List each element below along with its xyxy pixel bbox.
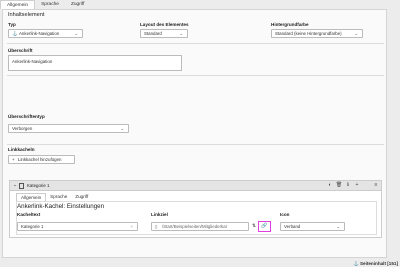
icon-select-value: Verband: [284, 224, 301, 229]
clear-icon[interactable]: ×: [130, 223, 133, 230]
collapse-chevron-icon[interactable]: ⌄: [13, 182, 17, 188]
card-tab-zugriff[interactable]: Zugriff: [71, 193, 92, 201]
typ-select-value: Ankerlink-Navigation: [19, 31, 60, 36]
chevron-down-icon: ⌄: [354, 31, 358, 36]
ueberschriftentyp-select[interactable]: Verborgen ⌄: [8, 124, 129, 133]
add-icon[interactable]: +: [353, 182, 361, 189]
ueberschriftentyp-select-value: Verborgen: [12, 126, 33, 131]
record-icon: [19, 182, 24, 189]
card-tabs: Allgemein Sprache Zugriff: [16, 193, 92, 201]
anchor-icon: ⚓: [12, 31, 18, 36]
linkziel-input[interactable]: ▯ /Start/Beispielseiten/Mitgliederkar: [151, 222, 249, 231]
divider: [7, 43, 384, 44]
card-title: Kategorie 1: [27, 183, 50, 188]
label-typ: Typ: [8, 22, 16, 27]
link-picker-button[interactable]: 🔗: [258, 221, 271, 232]
footer-icon: ⚓: [352, 261, 360, 266]
layout-select[interactable]: Standard ⌄: [140, 29, 188, 38]
add-linkkachel-button[interactable]: + Linkkachel hinzufügen: [8, 155, 75, 164]
section-title-inhaltselement: Inhaltselement: [8, 12, 45, 18]
main-tabs: Allgemein Sprache Zugriff: [0, 0, 91, 9]
delete-icon[interactable]: 🗑: [335, 182, 343, 189]
card-body: Ankerlink-Kachel: Einstellungen Kachelte…: [16, 201, 377, 235]
card-tab-sprache[interactable]: Sprache: [46, 193, 71, 201]
icon-select[interactable]: Verband ⌄: [280, 222, 345, 231]
label-hintergrundfarbe: Hintergrundfarbe: [271, 22, 309, 27]
kacheltext-value: Kategorie 1: [21, 224, 44, 229]
label-linkkacheln: Linkkacheln: [8, 147, 35, 152]
hintergrundfarbe-select[interactable]: Standard (keine Hintergrundfarbe) ⌄: [271, 29, 363, 38]
divider: [7, 75, 384, 76]
label-ueberschriftentyp: Überschriftentyp: [8, 114, 45, 119]
label-linkziel: Linkziel: [151, 212, 168, 217]
chevron-down-icon: ⌄: [74, 31, 78, 36]
kacheltext-input[interactable]: Kategorie 1 ×: [17, 222, 138, 231]
tab-zugriff[interactable]: Zugriff: [65, 0, 91, 9]
chevron-down-icon: ⌄: [120, 126, 124, 131]
ueberschrift-textarea[interactable]: Ankerlink-Navigation: [8, 55, 182, 71]
tab-sprache[interactable]: Sprache: [35, 0, 65, 9]
hintergrundfarbe-select-value: Standard (keine Hintergrundfarbe): [275, 31, 342, 36]
info-icon[interactable]: ℹ: [344, 182, 352, 189]
link-options-icon[interactable]: ⇅: [250, 223, 258, 230]
label-layout: Layout des Elementes: [140, 22, 189, 27]
linkziel-value: /Start/Beispielseiten/Mitgliederkar: [162, 224, 228, 229]
add-linkkachel-label: Linkkachel hinzufügen: [18, 157, 62, 162]
form-panel: Inhaltselement Typ ⚓ Ankerlink-Navigatio…: [2, 9, 387, 258]
card-heading: Ankerlink-Kachel: Einstellungen: [17, 203, 105, 210]
divider: [7, 144, 384, 145]
label-icon: Icon: [280, 212, 290, 217]
drag-handle-icon[interactable]: ≡: [372, 182, 380, 189]
tab-allgemein[interactable]: Allgemein: [0, 0, 36, 9]
link-icon: 🔗: [261, 223, 268, 229]
plus-icon: +: [12, 157, 15, 162]
linkkachel-card: ⌄ Kategorie 1 ◐ 🗑 ℹ + ≡ Allgemein Sprach…: [9, 180, 382, 238]
label-kacheltext: Kacheltext: [17, 212, 41, 217]
card-header[interactable]: ⌄ Kategorie 1 ◐ 🗑 ℹ + ≡: [10, 181, 381, 191]
label-ueberschrift: Überschrift: [8, 48, 33, 53]
chevron-down-icon: ⌄: [336, 224, 340, 229]
footer-breadcrumb: ⚓ Seiteninhalt [151]: [353, 261, 398, 267]
layout-select-value: Standard: [144, 31, 162, 36]
footer-label: Seiteninhalt [151]: [359, 261, 398, 266]
toggle-icon[interactable]: ◐: [326, 182, 334, 189]
chevron-down-icon: ⌄: [179, 31, 183, 36]
page-icon: ▯: [155, 224, 158, 229]
card-tab-allgemein[interactable]: Allgemein: [16, 193, 47, 201]
typ-select[interactable]: ⚓ Ankerlink-Navigation ⌄: [8, 29, 83, 38]
